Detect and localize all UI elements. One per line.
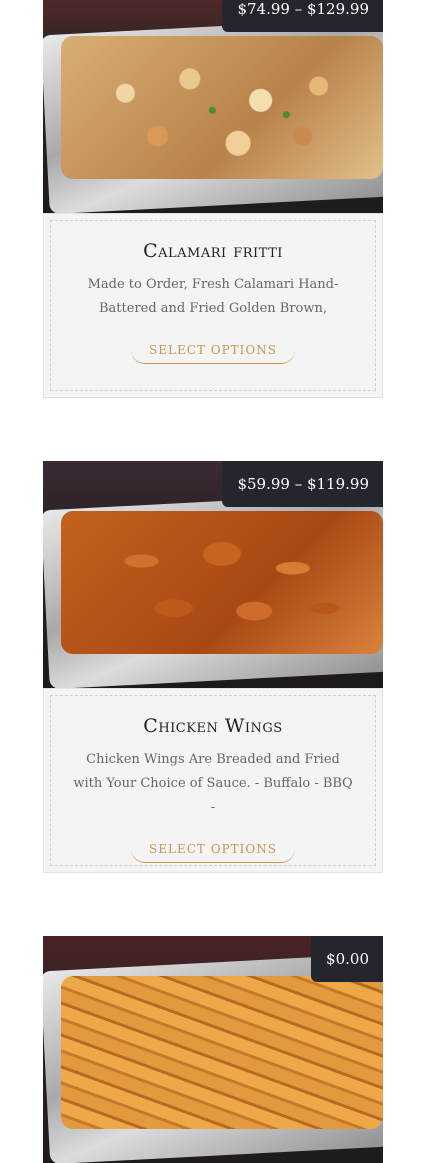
product-description: Chicken Wings Are Breaded and Fried with… (73, 752, 353, 815)
product-image-chicken-wings[interactable]: $59.99 – $119.99 (43, 461, 383, 688)
product-card-third: $0.00 (43, 936, 383, 1163)
select-options-button[interactable]: SELECT OPTIONS (131, 339, 295, 364)
price-badge: $74.99 – $129.99 (222, 0, 383, 32)
product-title[interactable]: Calamari fritti (51, 240, 375, 262)
product-info: Calamari fritti Made to Order, Fresh Cal… (43, 213, 383, 398)
product-card-chicken-wings: $59.99 – $119.99 Chicken Wings Chicken W… (43, 461, 383, 873)
product-title[interactable]: Chicken Wings (51, 715, 375, 737)
product-card-calamari: $74.99 – $129.99 Calamari fritti Made to… (43, 0, 383, 398)
product-image-calamari[interactable]: $74.99 – $129.99 (43, 0, 383, 213)
product-description: Made to Order, Fresh Calamari Hand-Batte… (87, 277, 339, 316)
product-info: Chicken Wings Chicken Wings Are Breaded … (43, 688, 383, 873)
price-badge: $0.00 (311, 936, 383, 982)
select-options-button[interactable]: SELECT OPTIONS (131, 838, 295, 863)
price-badge: $59.99 – $119.99 (222, 461, 383, 507)
product-image-third[interactable]: $0.00 (43, 936, 383, 1163)
